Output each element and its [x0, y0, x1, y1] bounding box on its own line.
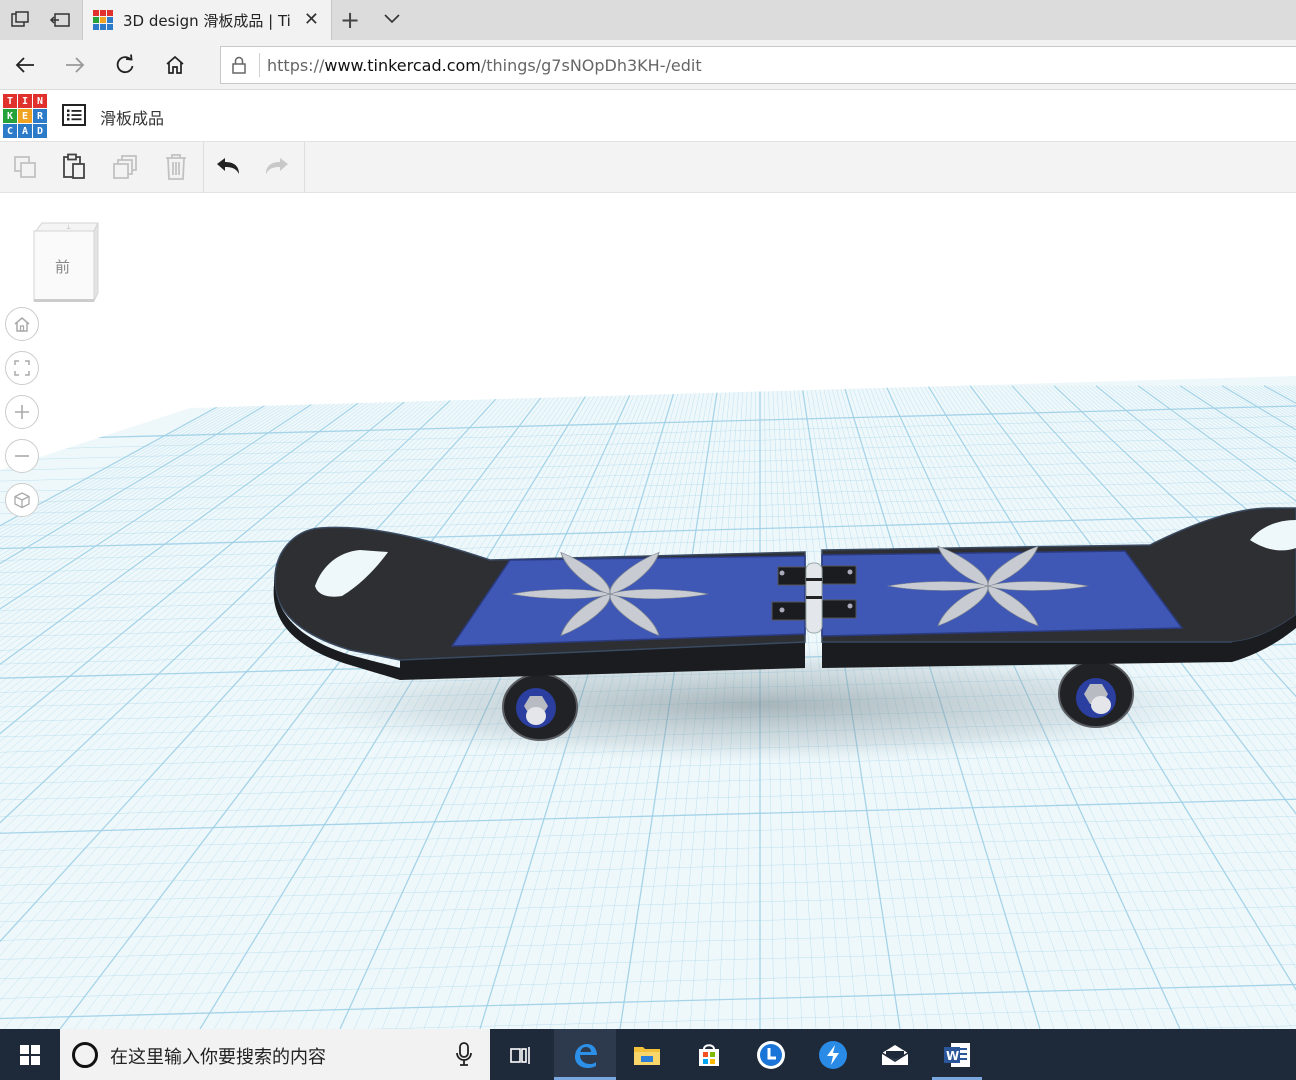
task-view-icon[interactable]	[490, 1029, 552, 1080]
undo-icon[interactable]	[213, 152, 243, 182]
zoom-in-icon[interactable]	[5, 395, 39, 429]
logo-letter: A	[18, 124, 32, 138]
refresh-icon[interactable]	[112, 52, 138, 78]
perspective-icon[interactable]	[5, 483, 39, 517]
url-prefix: https://	[267, 56, 325, 75]
address-divider	[259, 53, 260, 77]
cortana-icon[interactable]	[72, 1042, 98, 1068]
delete-icon[interactable]	[161, 152, 191, 182]
microphone-icon[interactable]	[456, 1042, 472, 1070]
clock-app-icon[interactable]	[740, 1029, 802, 1080]
paste-icon[interactable]	[59, 152, 89, 182]
taskbar-search-box[interactable]: 在这里输入你要搜索的内容	[60, 1029, 490, 1080]
zoom-out-icon[interactable]	[5, 439, 39, 473]
design-name[interactable]: 滑板成品	[100, 105, 164, 129]
home-view-icon[interactable]	[5, 307, 39, 341]
copy-icon[interactable]	[10, 152, 40, 182]
logo-letter: I	[18, 94, 32, 108]
url-path: /things/g7sNOpDh3KH-/edit	[480, 56, 702, 75]
logo-letter: D	[33, 124, 47, 138]
search-placeholder: 在这里输入你要搜索的内容	[110, 1047, 326, 1068]
tab-manager-icon[interactable]	[8, 8, 32, 32]
view-cube-face-label[interactable]: 前	[55, 256, 70, 277]
svg-text:W: W	[946, 1049, 959, 1063]
logo-letter: K	[3, 109, 17, 123]
set-aside-tabs-icon[interactable]	[48, 8, 72, 32]
address-bar[interactable]: https://www.tinkercad.com/things/g7sNOpD…	[220, 46, 1296, 84]
windows-taskbar: 在这里输入你要搜索的内容 W	[0, 1029, 1296, 1080]
windows-start-icon[interactable]	[0, 1029, 60, 1080]
new-tab-icon[interactable]: +	[340, 6, 360, 34]
lock-icon	[232, 56, 246, 74]
workplane-viewport[interactable]: ⊥ 前	[0, 193, 1296, 1029]
browser-tab-bar: 3D design 滑板成品 | Ti ✕ +	[0, 0, 1296, 40]
edge-icon[interactable]	[554, 1029, 616, 1080]
rear-wheel[interactable]	[502, 673, 578, 741]
word-icon[interactable]: W	[926, 1029, 988, 1080]
toolbar-divider	[203, 142, 204, 193]
tinkercad-logo[interactable]: TIN KER CAD	[3, 94, 47, 138]
home-icon[interactable]	[162, 52, 188, 78]
active-tab[interactable]: 3D design 滑板成品 | Ti ✕	[82, 0, 332, 40]
sync-app-icon[interactable]	[802, 1029, 864, 1080]
url-text[interactable]: https://www.tinkercad.com/things/g7sNOpD…	[267, 56, 702, 75]
store-icon[interactable]	[678, 1029, 740, 1080]
svg-text:⊥: ⊥	[66, 224, 71, 231]
file-explorer-icon[interactable]	[616, 1029, 678, 1080]
redo-icon[interactable]	[262, 152, 292, 182]
workplane-scene[interactable]	[0, 193, 1296, 1029]
forward-icon[interactable]	[62, 52, 88, 78]
logo-letter: E	[18, 109, 32, 123]
logo-letter: R	[33, 109, 47, 123]
logo-letter: N	[33, 94, 47, 108]
fit-view-icon[interactable]	[5, 351, 39, 385]
back-icon[interactable]	[12, 52, 38, 78]
logo-letter: C	[3, 124, 17, 138]
tinkercad-header: TIN KER CAD 滑板成品	[0, 90, 1296, 142]
browser-nav-bar: https://www.tinkercad.com/things/g7sNOpD…	[0, 40, 1296, 90]
mail-icon[interactable]	[864, 1029, 926, 1080]
design-list-icon[interactable]	[62, 104, 86, 130]
toolbar-divider	[304, 142, 305, 193]
front-wheel[interactable]	[1058, 660, 1134, 728]
edit-toolbar	[0, 142, 1296, 193]
url-host: www.tinkercad.com	[324, 56, 481, 75]
tinkercad-favicon-icon	[93, 10, 113, 30]
logo-letter: T	[3, 94, 17, 108]
tab-title: 3D design 滑板成品 | Ti	[123, 12, 291, 30]
duplicate-icon[interactable]	[110, 152, 140, 182]
tab-preview-chevron-icon[interactable]	[382, 8, 402, 32]
view-cube[interactable]: ⊥ 前	[28, 221, 102, 305]
tab-close-icon[interactable]: ✕	[304, 9, 319, 30]
